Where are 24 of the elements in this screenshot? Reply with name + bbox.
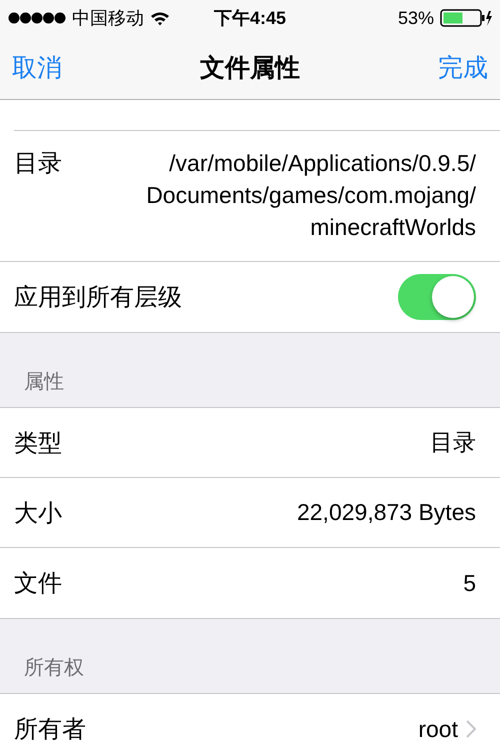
wifi-icon — [150, 10, 170, 26]
section-header: 所有权 — [24, 656, 84, 681]
clock-time: 下午4:45 — [214, 7, 286, 30]
screen-title: 文件属性 — [200, 53, 300, 84]
cancel-button[interactable]: 取消 — [12, 51, 62, 84]
row-label: 大小 — [14, 498, 62, 528]
row-label: 目录 — [14, 149, 62, 179]
carrier-name: 中国移动 — [72, 7, 144, 30]
row-label: 文件 — [14, 569, 62, 599]
row-value: 目录 — [430, 428, 476, 457]
toggle-switch[interactable] — [398, 274, 476, 320]
row-label: 应用到所有层级 — [14, 283, 182, 313]
row-label: 所有者 — [14, 715, 86, 745]
row-value: 22,029,873 Bytes — [296, 499, 476, 526]
done-button[interactable]: 完成 — [438, 51, 488, 84]
row-value: root — [418, 716, 458, 742]
signal-icon — [8, 12, 66, 24]
chevron-icon — [466, 720, 476, 738]
battery-icon — [440, 9, 492, 27]
row-value: 5 — [463, 570, 476, 596]
battery-percent: 53% — [398, 8, 434, 28]
directory-path: /var/mobile/Applications/0.9.5/ Documents/games/com.mojang/ minecraftWorlds — [146, 149, 476, 242]
row-label: 类型 — [14, 428, 62, 458]
section-header: 属性 — [24, 370, 64, 395]
